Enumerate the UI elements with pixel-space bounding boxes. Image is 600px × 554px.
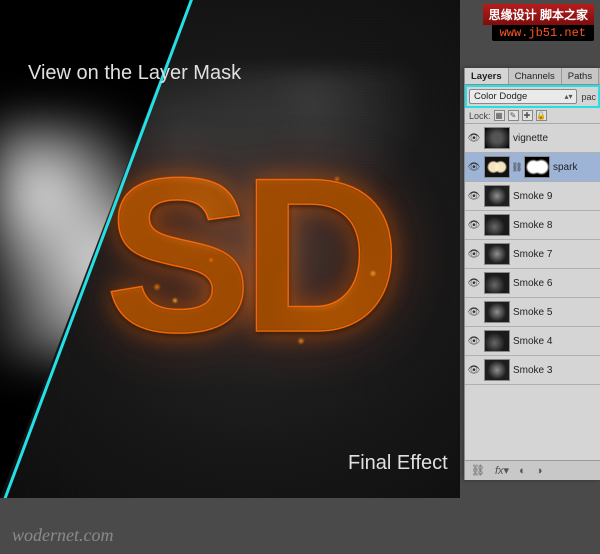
- visibility-icon[interactable]: 👁: [467, 276, 481, 290]
- blend-mode-select[interactable]: Color Dodge ▴▾: [469, 89, 577, 104]
- add-mask-icon[interactable]: ◐: [519, 465, 526, 477]
- layer-row[interactable]: 👁 Smoke 7: [465, 240, 600, 269]
- layer-row[interactable]: 👁 Smoke 9: [465, 182, 600, 211]
- layer-name[interactable]: Smoke 5: [513, 307, 600, 318]
- visibility-icon[interactable]: 👁: [467, 334, 481, 348]
- link-layers-icon[interactable]: ⛓: [471, 464, 485, 477]
- visibility-icon[interactable]: 👁: [467, 305, 481, 319]
- tab-channels[interactable]: Channels: [509, 68, 562, 84]
- opacity-label[interactable]: pac: [581, 92, 596, 102]
- watermark-top-url: www.jb51.net: [492, 25, 594, 41]
- visibility-icon[interactable]: 👁: [467, 160, 481, 174]
- visibility-icon[interactable]: 👁: [467, 189, 481, 203]
- visibility-icon[interactable]: 👁: [467, 363, 481, 377]
- layer-thumbnail[interactable]: [484, 272, 510, 294]
- mask-label: View on the Layer Mask: [28, 62, 241, 85]
- tab-paths[interactable]: Paths: [562, 68, 599, 84]
- layer-thumbnail[interactable]: [484, 185, 510, 207]
- lock-transparency-icon[interactable]: ▦: [494, 110, 505, 121]
- watermark-top: 思缘设计 脚本之家 www.jb51.net: [404, 4, 594, 41]
- visibility-icon[interactable]: 👁: [467, 218, 481, 232]
- new-adjust-icon[interactable]: ◑: [536, 465, 543, 477]
- layer-thumbnail[interactable]: [484, 359, 510, 381]
- layer-list: 👁 vignette 👁 ⛓ spark 👁 Smoke 9 👁 Smoke 8…: [465, 124, 600, 385]
- sd-text-wrap: SD: [105, 145, 425, 375]
- visibility-icon[interactable]: 👁: [467, 131, 481, 145]
- layer-row[interactable]: 👁 Smoke 4: [465, 327, 600, 356]
- layer-name[interactable]: Smoke 8: [513, 220, 600, 231]
- layer-row[interactable]: 👁 ⛓ spark: [465, 153, 600, 182]
- panel-footer: ⛓ fx▾ ◐ ◑: [465, 460, 600, 480]
- layer-thumbnail[interactable]: [484, 243, 510, 265]
- layer-row[interactable]: 👁 Smoke 8: [465, 211, 600, 240]
- lock-pixels-icon[interactable]: ✎: [508, 110, 519, 121]
- layer-thumbnail[interactable]: [484, 301, 510, 323]
- blend-mode-arrows-icon: ▴▾: [564, 92, 572, 101]
- layer-mask-thumbnail[interactable]: [524, 156, 550, 178]
- layer-row[interactable]: 👁 Smoke 3: [465, 356, 600, 385]
- final-label: Final Effect: [348, 452, 448, 475]
- layer-thumbnail[interactable]: [484, 330, 510, 352]
- layer-name[interactable]: vignette: [513, 133, 600, 144]
- mask-link-icon[interactable]: ⛓: [513, 157, 521, 177]
- layer-row[interactable]: 👁 Smoke 5: [465, 298, 600, 327]
- embers: [85, 125, 445, 395]
- layer-name[interactable]: Smoke 7: [513, 249, 600, 260]
- layer-name[interactable]: spark: [553, 162, 600, 173]
- lock-position-icon[interactable]: ✚: [522, 110, 533, 121]
- layer-fx-icon[interactable]: fx▾: [495, 464, 509, 477]
- blend-mode-row: Color Dodge ▴▾ pac: [465, 85, 600, 108]
- watermark-bottom: wodernet.com: [12, 525, 113, 546]
- lock-row: Lock: ▦ ✎ ✚ 🔒: [465, 108, 600, 124]
- blend-mode-value: Color Dodge: [474, 91, 527, 102]
- lock-all-icon[interactable]: 🔒: [536, 110, 547, 121]
- lock-label: Lock:: [469, 111, 491, 121]
- panel-tabs: Layers Channels Paths: [465, 68, 600, 85]
- visibility-icon[interactable]: 👁: [467, 247, 481, 261]
- document-canvas[interactable]: SD View on the Layer Mask Final Effect: [0, 0, 460, 498]
- layer-thumbnail[interactable]: [484, 127, 510, 149]
- layer-name[interactable]: Smoke 4: [513, 336, 600, 347]
- layer-name[interactable]: Smoke 6: [513, 278, 600, 289]
- layer-thumbnail[interactable]: [484, 156, 510, 178]
- watermark-top-cn: 思缘设计 脚本之家: [483, 4, 594, 25]
- layer-row[interactable]: 👁 Smoke 6: [465, 269, 600, 298]
- layer-row[interactable]: 👁 vignette: [465, 124, 600, 153]
- layers-panel: Layers Channels Paths Color Dodge ▴▾ pac…: [464, 68, 600, 480]
- layer-thumbnail[interactable]: [484, 214, 510, 236]
- tab-layers[interactable]: Layers: [465, 68, 509, 84]
- layer-name[interactable]: Smoke 9: [513, 191, 600, 202]
- layer-name[interactable]: Smoke 3: [513, 365, 600, 376]
